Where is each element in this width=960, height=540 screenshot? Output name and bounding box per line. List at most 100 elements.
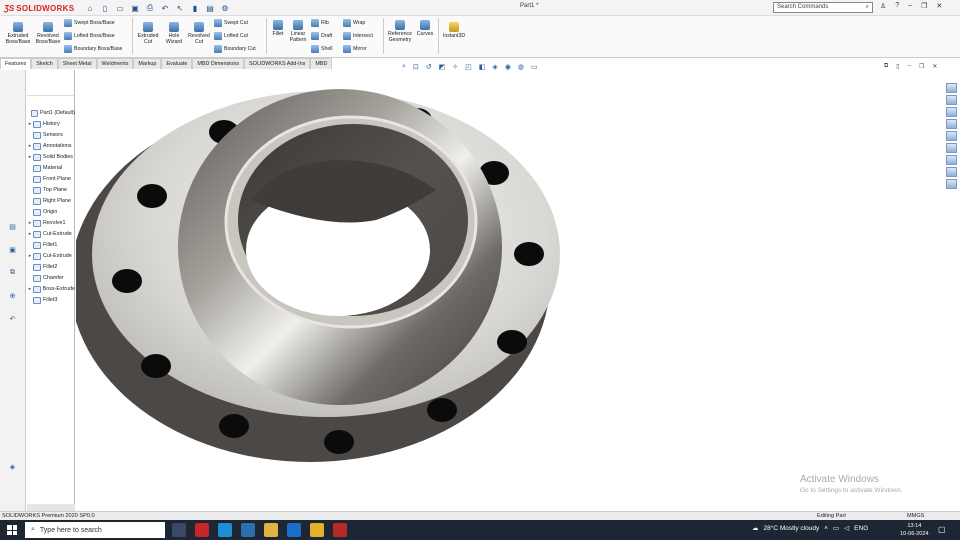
extruded-boss-button[interactable]: Extruded Boss/Base [4, 22, 32, 45]
task-view-icon[interactable] [172, 523, 186, 537]
boundary-boss-button[interactable]: Boundary Boss/Base [64, 45, 122, 53]
tab-sheet-metal[interactable]: Sheet Metal [57, 58, 97, 69]
store-icon[interactable] [241, 523, 255, 537]
new-document-icon[interactable]: ▯ [99, 4, 111, 13]
tab-sketch[interactable]: Sketch [31, 58, 58, 69]
curves-button[interactable]: Curves [414, 20, 436, 37]
mirror-button[interactable]: Mirror [343, 45, 367, 53]
media-app-icon[interactable] [195, 523, 209, 537]
ribbon-icon[interactable] [946, 179, 957, 189]
tree-item[interactable]: ▸ Annotations [27, 141, 75, 151]
file-properties-icon[interactable]: ▤ [204, 4, 216, 13]
weather-text[interactable]: 28°C Mostly cloudy [764, 525, 820, 532]
wrap-button[interactable]: Wrap [343, 19, 365, 27]
print-icon[interactable]: ⎙ [144, 3, 156, 13]
network-icon[interactable]: ▭ [833, 524, 839, 532]
user-icon[interactable]: ♙ [880, 2, 886, 10]
revolved-cut-button[interactable]: Revolved Cut [186, 22, 212, 45]
restore-icon[interactable]: ❐ [921, 2, 927, 10]
tab-weldments[interactable]: Weldments [96, 58, 134, 69]
boundary-cut-button[interactable]: Boundary Cut [214, 45, 256, 53]
tree-item[interactable]: ▸ Cut-Extrude [27, 251, 75, 261]
linear-pattern-button[interactable]: Linear Pattern [287, 20, 309, 43]
tree-item[interactable]: ▸ Cut-Extrude [27, 229, 75, 239]
dim-xpert-icon[interactable]: ⊕ [7, 292, 18, 302]
toolbox-icon[interactable] [946, 167, 957, 177]
tree-scrollbar[interactable] [27, 504, 75, 511]
solidworks-logo[interactable]: ƷS SOLIDWORKS [4, 2, 74, 14]
feature-manager-icon[interactable]: ▤ [7, 223, 18, 233]
solidworks-taskbar-icon[interactable] [333, 523, 347, 537]
tree-item[interactable]: Sensors [27, 130, 75, 140]
shell-button[interactable]: Shell [311, 45, 333, 53]
file-explorer-icon[interactable] [946, 107, 957, 117]
solidworks-resources-icon[interactable] [946, 83, 957, 93]
close-icon[interactable]: ✕ [936, 2, 942, 10]
tile-icon[interactable]: ⧉ [884, 63, 888, 70]
tab-evaluate[interactable]: Evaluate [161, 58, 193, 69]
reference-geometry-button[interactable]: Reference Geometry [385, 20, 415, 43]
solidworks-forum-icon[interactable] [946, 155, 957, 165]
options-icon[interactable]: ⚙ [219, 4, 231, 13]
split-icon[interactable]: ▯ [896, 63, 899, 70]
save-icon[interactable]: ▣ [129, 4, 141, 13]
rib-button[interactable]: Rib [311, 19, 329, 27]
notifications-icon[interactable]: ▢ [938, 525, 946, 534]
doc-restore-icon[interactable]: ❐ [919, 63, 924, 70]
configuration-manager-icon[interactable]: ⧉ [7, 269, 18, 279]
volume-icon[interactable]: ◁ [844, 524, 849, 532]
fillet-button[interactable]: Fillet [268, 20, 288, 37]
weather-icon[interactable]: ☁ [752, 524, 759, 532]
search-commands-input[interactable]: Search Commands ⌕ [773, 2, 873, 13]
property-manager-icon[interactable]: ▣ [7, 246, 18, 256]
tree-item[interactable]: ▸ Solid Bodies [27, 152, 75, 162]
tree-item[interactable]: Fillet1 [27, 240, 75, 250]
tree-item[interactable]: ▸ History [27, 119, 75, 129]
doc-minimize-icon[interactable]: – [908, 63, 911, 70]
minimize-icon[interactable]: – [908, 2, 912, 10]
taskbar-search-box[interactable]: ⌕ Type here to search [25, 522, 165, 538]
tree-item[interactable]: Fillet3 [27, 295, 75, 305]
tab-solidworks-add-ins[interactable]: SOLIDWORKS Add-Ins [244, 58, 311, 69]
chrome-icon[interactable] [310, 523, 324, 537]
tab-markup[interactable]: Markup [133, 58, 162, 69]
extruded-cut-button[interactable]: Extruded Cut [135, 22, 161, 45]
swept-boss-button[interactable]: Swept Boss/Base [64, 19, 115, 27]
appearances-icon[interactable] [946, 131, 957, 141]
tree-item[interactable]: Top Plane [27, 185, 75, 195]
start-button[interactable] [7, 525, 17, 535]
help-icon[interactable]: ? [895, 2, 899, 10]
tab-features[interactable]: Features [0, 58, 32, 69]
undo-history-icon[interactable]: ↶ [7, 315, 18, 325]
rebuild-icon[interactable]: ▮ [189, 4, 201, 13]
undo-icon[interactable]: ↶ [159, 4, 171, 13]
lofted-cut-button[interactable]: Lofted Cut [214, 32, 248, 40]
tab-mbd-dimensions[interactable]: MBD Dimensions [192, 58, 245, 69]
display-manager-icon[interactable]: ◈ [7, 463, 18, 473]
draft-button[interactable]: Draft [311, 32, 332, 40]
tree-item[interactable]: Chamfer [27, 273, 75, 283]
flange-model-view[interactable] [70, 70, 946, 511]
mail-icon[interactable] [287, 523, 301, 537]
file-explorer-icon[interactable] [264, 523, 278, 537]
tree-item[interactable]: Fillet2 [27, 262, 75, 272]
tree-item[interactable]: ▸ Revolve1 [27, 218, 75, 228]
tree-expand-icon[interactable]: ▸ [27, 286, 33, 292]
taskbar-clock[interactable]: 13:14 10-06-2024 [900, 522, 929, 538]
tree-item[interactable]: Origin [27, 207, 75, 217]
tree-item[interactable]: ▸ Boss-Extrude [27, 284, 75, 294]
tab-mbd[interactable]: MBD [310, 58, 333, 69]
hole-wizard-button[interactable]: Hole Wizard [161, 22, 187, 45]
design-library-icon[interactable] [946, 95, 957, 105]
tree-item[interactable]: Part1 (Default) [27, 108, 75, 118]
language-indicator[interactable]: ENG [854, 525, 868, 532]
edge-icon[interactable] [218, 523, 232, 537]
tree-item[interactable]: Material [27, 163, 75, 173]
custom-properties-icon[interactable] [946, 143, 957, 153]
doc-close-icon[interactable]: ✕ [932, 63, 937, 70]
open-icon[interactable]: ▭ [114, 4, 126, 13]
lofted-boss-button[interactable]: Lofted Boss/Base [64, 32, 115, 40]
graphics-area[interactable]: Activate Windows Go to Settings to activ… [70, 70, 946, 511]
instant3d-button[interactable]: Instant3D [440, 22, 468, 39]
intersect-button[interactable]: Intersect [343, 32, 373, 40]
